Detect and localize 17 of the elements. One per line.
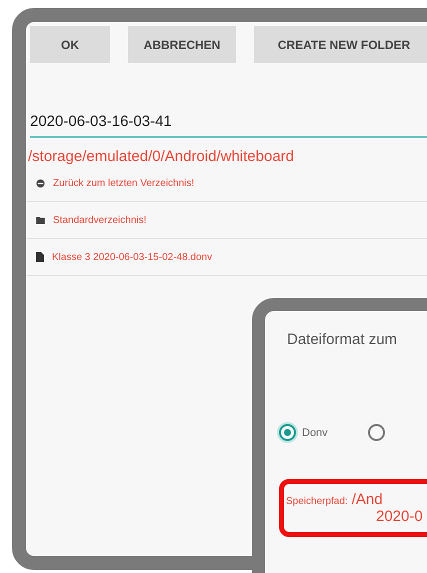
current-path: /storage/emulated/0/Android/whiteboard bbox=[28, 148, 296, 165]
filename-field[interactable]: 2020-06-03-16-03-41 bbox=[30, 113, 427, 138]
radio-option[interactable]: Donv bbox=[279, 424, 328, 441]
file-icon bbox=[36, 252, 44, 262]
directory-item[interactable]: Zurück zum letzten Verzeichnis! bbox=[26, 165, 427, 202]
directory-item[interactable]: Standardverzeichnis! bbox=[26, 202, 427, 239]
minus-circle-icon bbox=[36, 178, 45, 188]
radio-option[interactable] bbox=[368, 424, 385, 441]
save-path-value: 2020-0 bbox=[376, 508, 423, 525]
dialog-title: Dateiformat zum bbox=[287, 331, 398, 348]
save-path-value: /And bbox=[352, 491, 383, 508]
dialog-button[interactable]: CREATE NEW FOLDER bbox=[254, 26, 427, 63]
dialog-button[interactable]: OK bbox=[30, 26, 110, 63]
directory-item[interactable]: Klasse 3 2020-06-03-15-02-48.donv bbox=[26, 239, 427, 276]
folder-icon bbox=[36, 216, 45, 224]
save-path-label: Speicherpfad: bbox=[286, 496, 348, 507]
dialog-button[interactable]: ABBRECHEN bbox=[128, 26, 236, 63]
